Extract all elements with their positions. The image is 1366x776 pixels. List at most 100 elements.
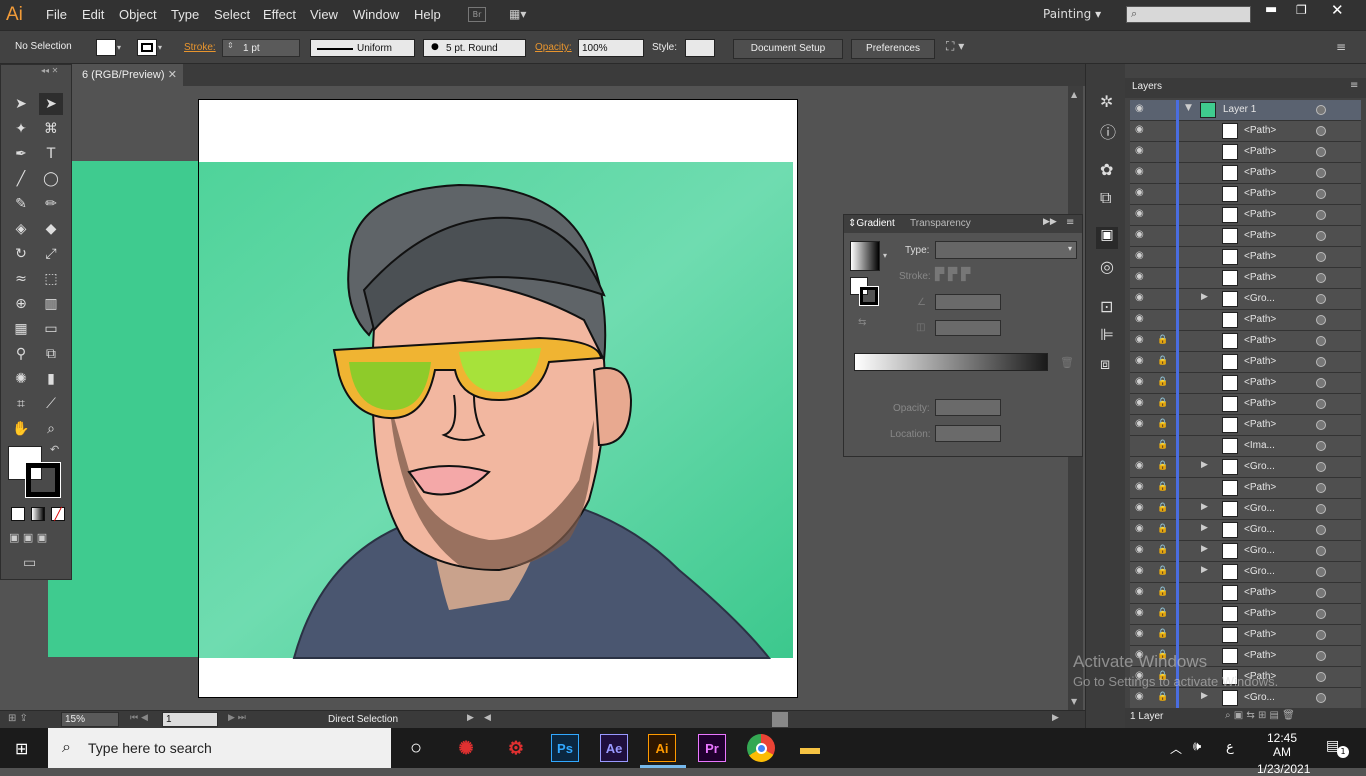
- target-circle-icon[interactable]: [1316, 147, 1326, 157]
- expand-arrow-icon[interactable]: ▶: [1201, 565, 1208, 575]
- layer-row[interactable]: ◉ ▶ <Gro...: [1130, 289, 1361, 310]
- visibility-eye-icon[interactable]: ◉: [1135, 460, 1147, 472]
- scroll-left-icon[interactable]: ◀: [484, 713, 491, 723]
- layer-actions-icons[interactable]: ⌕ ▣ ⇆ ⊞ ▤ 🗑: [1225, 710, 1295, 721]
- gradient-panel-icon[interactable]: ▣: [1096, 227, 1118, 249]
- perspective-grid-icon[interactable]: ▥: [39, 293, 63, 315]
- line-tool-icon[interactable]: ╱: [9, 168, 33, 190]
- target-circle-icon[interactable]: [1316, 420, 1326, 430]
- visibility-eye-icon[interactable]: ◉: [1135, 481, 1147, 493]
- align-icon[interactable]: ⊫: [1100, 325, 1114, 344]
- target-circle-icon[interactable]: [1316, 630, 1326, 640]
- workspace-switcher[interactable]: Painting ▾: [1043, 7, 1101, 21]
- target-circle-icon[interactable]: [1316, 315, 1326, 325]
- brushes-icon[interactable]: ✿: [1100, 160, 1113, 179]
- layer-row[interactable]: ◉ 🔒 <Path>: [1130, 415, 1361, 436]
- premiere-icon[interactable]: Pr: [698, 734, 726, 762]
- slice-tool-icon[interactable]: ⟋: [39, 393, 63, 415]
- hand-tool-icon[interactable]: ✋: [9, 418, 33, 440]
- lock-icon[interactable]: 🔒: [1157, 482, 1168, 492]
- info-icon[interactable]: ⓘ: [1100, 119, 1116, 143]
- layer-row[interactable]: ◉ <Path>: [1130, 247, 1361, 268]
- stroke-dropdown-icon[interactable]: ▾: [158, 39, 162, 56]
- collapse-toolbox-icon[interactable]: ◂◂ ✕: [41, 66, 58, 75]
- next-artboard-icons[interactable]: ▶ ⏭: [228, 713, 246, 723]
- expand-arrow-icon[interactable]: ▼: [1185, 103, 1192, 113]
- gradient-preset-dropdown-icon[interactable]: ▾: [883, 251, 887, 260]
- expand-arrow-icon[interactable]: ▶: [1201, 523, 1208, 533]
- rotate-icon[interactable]: ↻: [9, 243, 33, 265]
- layer-row[interactable]: ◉ 🔒 ▶ <Gro...: [1130, 520, 1361, 541]
- symbol-sprayer-icon[interactable]: ✺: [9, 368, 33, 390]
- target-circle-icon[interactable]: [1316, 504, 1326, 514]
- layer-row[interactable]: ◉ <Path>: [1130, 142, 1361, 163]
- visibility-eye-icon[interactable]: ◉: [1135, 376, 1147, 388]
- target-circle-icon[interactable]: [1316, 588, 1326, 598]
- eyedropper-icon[interactable]: ⚲: [9, 343, 33, 365]
- target-circle-icon[interactable]: [1316, 525, 1326, 535]
- visibility-eye-icon[interactable]: ◉: [1135, 334, 1147, 346]
- layer-row[interactable]: ◉ ▼ Layer 1: [1130, 100, 1361, 121]
- lock-icon[interactable]: 🔒: [1157, 335, 1168, 345]
- layer-row[interactable]: 🔒 <Ima...: [1130, 436, 1361, 457]
- zoom-field[interactable]: 15%: [61, 712, 119, 727]
- target-circle-icon[interactable]: [1316, 546, 1326, 556]
- artboard-number-field[interactable]: 1: [162, 712, 218, 727]
- target-circle-icon[interactable]: [1316, 378, 1326, 388]
- volume-icon[interactable]: 🕪: [1193, 739, 1201, 754]
- visibility-eye-icon[interactable]: ◉: [1135, 292, 1147, 304]
- magic-wand-icon[interactable]: ✦: [9, 118, 33, 140]
- blob-brush-icon[interactable]: ◈: [9, 218, 33, 240]
- stroke-swatch[interactable]: [137, 39, 157, 56]
- ellipse-tool-icon[interactable]: ◯: [39, 168, 63, 190]
- search-input[interactable]: ⌕: [1126, 6, 1251, 23]
- opacity-field[interactable]: 100%: [578, 39, 644, 57]
- layer-row[interactable]: ◉ <Path>: [1130, 205, 1361, 226]
- task-view-icon[interactable]: ○: [402, 734, 430, 762]
- illustrator-taskbar-icon[interactable]: Ai: [648, 734, 676, 762]
- target-circle-icon[interactable]: [1316, 441, 1326, 451]
- visibility-eye-icon[interactable]: ◉: [1135, 586, 1147, 598]
- visibility-eye-icon[interactable]: ◉: [1135, 523, 1147, 535]
- lock-icon[interactable]: 🔒: [1157, 440, 1168, 450]
- taskbar-search[interactable]: ⌕ Type here to search: [48, 728, 391, 768]
- pathfinder-icon[interactable]: ⧈: [1100, 354, 1110, 374]
- visibility-eye-icon[interactable]: ◉: [1135, 187, 1147, 199]
- target-circle-icon[interactable]: [1316, 168, 1326, 178]
- visibility-eye-icon[interactable]: ◉: [1135, 166, 1147, 178]
- visibility-eye-icon[interactable]: ◉: [1135, 250, 1147, 262]
- visibility-eye-icon[interactable]: ◉: [1135, 271, 1147, 283]
- target-circle-icon[interactable]: [1316, 399, 1326, 409]
- target-circle-icon[interactable]: [1316, 273, 1326, 283]
- layer-row[interactable]: ◉ 🔒 <Path>: [1130, 604, 1361, 625]
- layer-row[interactable]: ◉ 🔒 ▶ <Gro...: [1130, 457, 1361, 478]
- appearance-icon[interactable]: ◎: [1100, 257, 1114, 276]
- reverse-gradient-icon[interactable]: ⇆: [858, 317, 866, 328]
- paintbrush-icon[interactable]: ✎: [9, 193, 33, 215]
- target-circle-icon[interactable]: [1316, 105, 1326, 115]
- panel-menu-icon[interactable]: ≡: [1336, 40, 1346, 54]
- stroke-gradient-options[interactable]: ▛ ▛ ▛: [935, 267, 1003, 285]
- warp-icon[interactable]: ≈: [9, 268, 33, 290]
- opacity-label[interactable]: Opacity:: [535, 42, 572, 53]
- layer-row[interactable]: ◉ <Path>: [1130, 226, 1361, 247]
- clock[interactable]: 12:45 AM 1/23/2021: [1257, 731, 1310, 776]
- menu-select[interactable]: Select: [214, 7, 250, 22]
- stroke-label[interactable]: Stroke:: [184, 42, 216, 53]
- menu-view[interactable]: View: [310, 7, 338, 22]
- language-indicator[interactable]: ع: [1226, 740, 1234, 755]
- expand-arrow-icon[interactable]: ▶: [1201, 544, 1208, 554]
- export-icon[interactable]: ⧉: [1100, 188, 1111, 208]
- document-setup-button[interactable]: Document Setup: [733, 39, 843, 59]
- lock-icon[interactable]: 🔒: [1157, 566, 1168, 576]
- lock-icon[interactable]: 🔒: [1157, 398, 1168, 408]
- target-circle-icon[interactable]: [1316, 210, 1326, 220]
- expand-arrow-icon[interactable]: ▶: [1201, 460, 1208, 470]
- layer-row[interactable]: ◉ <Path>: [1130, 163, 1361, 184]
- layer-row[interactable]: ◉ 🔒 ▶ <Gro...: [1130, 499, 1361, 520]
- status-icons[interactable]: ⊞ ⇪: [8, 713, 28, 724]
- target-circle-icon[interactable]: [1316, 126, 1326, 136]
- layer-row[interactable]: ◉ 🔒 <Path>: [1130, 352, 1361, 373]
- lock-icon[interactable]: 🔒: [1157, 524, 1168, 534]
- app-icon-red[interactable]: ✺: [452, 734, 480, 762]
